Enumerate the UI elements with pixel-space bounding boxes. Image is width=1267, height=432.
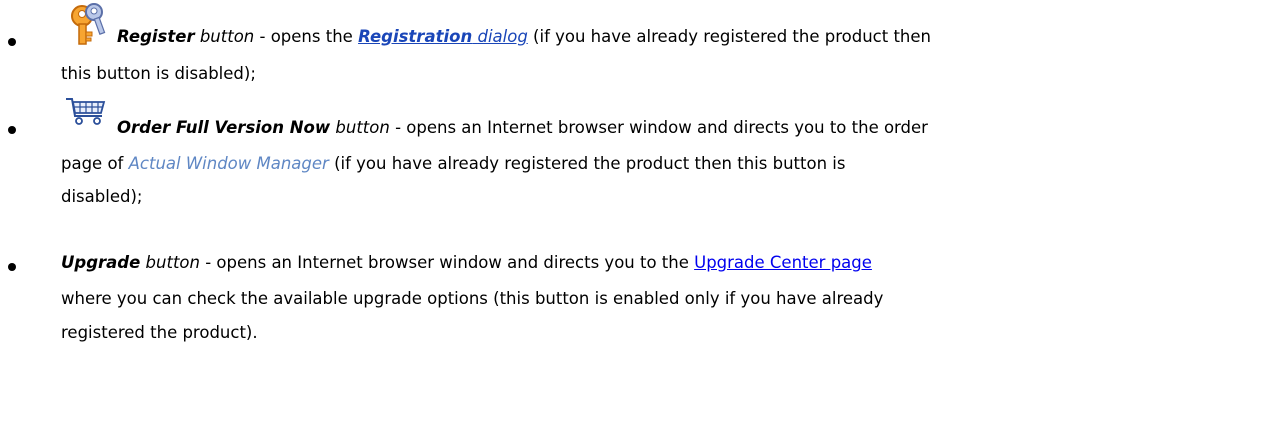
button-word: button — [335, 118, 390, 137]
bullet — [8, 38, 16, 46]
order-line-1: Order Full Version Now button - opens an… — [117, 117, 928, 139]
order-button-name: Order Full Version Now — [117, 118, 331, 137]
order-line-2-pre: page of — [61, 154, 129, 173]
registration-dialog-link[interactable]: Registration dialog — [358, 27, 528, 46]
bullet — [8, 126, 16, 134]
bullet — [8, 263, 16, 271]
upgrade-line-3: registered the product). — [61, 323, 258, 342]
order-line-2: page of Actual Window Manager (if you ha… — [61, 153, 845, 175]
help-document: Register button - opens the Registration… — [0, 0, 1267, 432]
upgrade-line-1: Upgrade button - opens an Internet brows… — [61, 252, 872, 274]
register-button-name: Register — [117, 27, 195, 46]
order-line-3: disabled); — [61, 187, 143, 206]
keys-icon — [71, 3, 106, 45]
upgrade-line-2: where you can check the available upgrad… — [61, 289, 884, 308]
register-line-2: this button is disabled); — [61, 64, 256, 83]
button-word: button — [145, 253, 200, 272]
register-dash-text: - opens the — [254, 27, 359, 46]
product-name: Actual Window Manager — [128, 154, 329, 173]
registration-link-bold[interactable]: Registration — [358, 27, 472, 46]
button-word: button — [199, 27, 255, 46]
register-line-1: Register button - opens the Registration… — [117, 26, 931, 48]
upgrade-line-1-mid: - opens an Internet browser window and d… — [199, 253, 695, 272]
shopping-cart-icon — [66, 98, 106, 125]
order-line-2-rest: (if you have already registered the prod… — [328, 154, 846, 173]
registration-link-italic[interactable]: dialog — [477, 27, 527, 46]
upgrade-center-link[interactable]: Upgrade Center page — [694, 253, 872, 272]
order-line-1-rest: - opens an Internet browser window and d… — [389, 118, 928, 137]
upgrade-button-name: Upgrade — [61, 253, 141, 272]
register-line-1-rest: (if you have already registered the prod… — [527, 27, 931, 46]
